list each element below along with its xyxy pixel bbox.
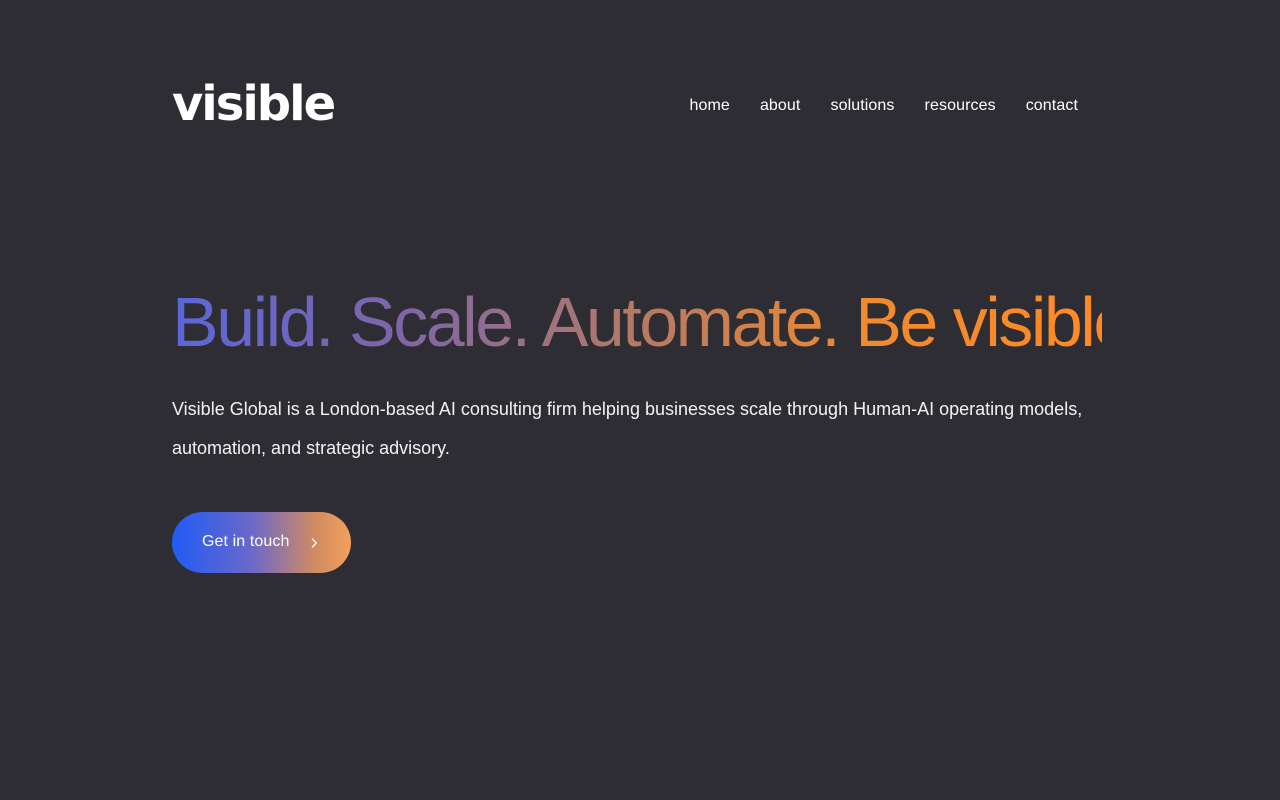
get-in-touch-button[interactable]: Get in touch bbox=[172, 511, 351, 573]
hero-headline: Build. Scale. Automate. Be visible. bbox=[172, 283, 1149, 361]
page: visible home about solutions resources c… bbox=[0, 0, 1280, 800]
nav-link-contact[interactable]: contact bbox=[1026, 98, 1078, 114]
brand-logo[interactable]: visible bbox=[172, 80, 336, 128]
nav-link-home[interactable]: home bbox=[690, 98, 730, 114]
nav-link-resources[interactable]: resources bbox=[925, 98, 996, 114]
hero-description: Visible Global is a London-based AI cons… bbox=[172, 398, 1083, 458]
nav-link-about[interactable]: about bbox=[760, 98, 801, 114]
primary-navigation: home about solutions resources contact bbox=[690, 98, 1079, 114]
site-header: visible home about solutions resources c… bbox=[172, 80, 1078, 132]
chevron-right-icon bbox=[307, 536, 321, 550]
nav-link-solutions[interactable]: solutions bbox=[830, 98, 894, 114]
get-in-touch-label: Get in touch bbox=[202, 533, 290, 550]
hero-section: Build. Scale. Automate. Be visible. Visi… bbox=[172, 283, 1149, 573]
